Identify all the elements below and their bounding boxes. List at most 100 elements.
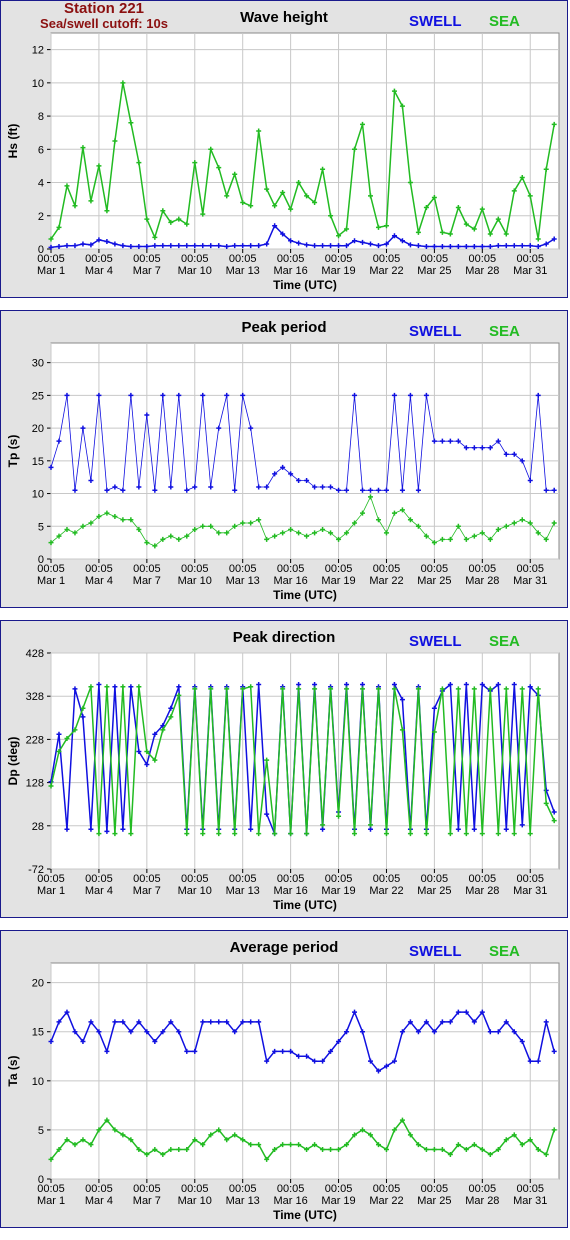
y-tick-label: 15 <box>32 1027 44 1039</box>
x-tick-time: 00:05 <box>421 253 449 265</box>
legend-sea: SEA <box>489 633 520 650</box>
y-axis-label: Tp (s) <box>6 435 20 468</box>
y-tick-label: 10 <box>32 78 44 90</box>
x-tick-date: Mar 13 <box>226 575 260 587</box>
x-tick-time: 00:05 <box>325 563 353 575</box>
x-tick-time: 00:05 <box>85 1183 113 1195</box>
x-axis-label: Time (UTC) <box>273 588 337 602</box>
y-axis-label: Hs (ft) <box>6 124 20 159</box>
x-tick-time: 00:05 <box>229 253 257 265</box>
x-tick-date: Mar 25 <box>417 575 451 587</box>
peak-period-panel: 0 5 10 15 20 25 30 00:05 Mar 1 00:05 Mar 4 00:05 Mar… <box>0 310 568 608</box>
x-tick-date: Mar 16 <box>273 265 307 277</box>
x-tick-date: Mar 10 <box>178 265 212 277</box>
x-tick-time: 00:05 <box>37 1183 65 1195</box>
y-tick-label: 328 <box>26 691 44 703</box>
x-tick-time: 00:05 <box>229 873 257 885</box>
x-tick-time: 00:05 <box>421 1183 449 1195</box>
y-tick-label: 5 <box>38 1125 44 1137</box>
x-tick-time: 00:05 <box>133 1183 161 1195</box>
y-axis-label: Dp (deg) <box>6 737 20 786</box>
x-tick-date: Mar 31 <box>513 885 547 897</box>
x-tick-date: Mar 10 <box>178 575 212 587</box>
legend-swell: SWELL <box>409 943 462 960</box>
x-tick-time: 00:05 <box>277 1183 305 1195</box>
x-tick-time: 00:05 <box>516 1183 544 1195</box>
y-tick-label: 8 <box>38 111 44 123</box>
x-tick-date: Mar 7 <box>133 575 161 587</box>
x-tick-date: Mar 19 <box>321 885 355 897</box>
y-tick-label: 6 <box>38 144 44 156</box>
x-tick-time: 00:05 <box>469 253 497 265</box>
x-tick-time: 00:05 <box>133 253 161 265</box>
legend-sea: SEA <box>489 13 520 30</box>
x-tick-date: Mar 28 <box>465 1195 499 1207</box>
peak-period-chart: 05101520253000:05Mar 100:05Mar 400:05Mar… <box>6 319 560 602</box>
y-tick-label: 128 <box>26 778 44 790</box>
x-tick-time: 00:05 <box>277 873 305 885</box>
x-tick-date: Mar 22 <box>369 885 403 897</box>
x-tick-time: 00:05 <box>373 563 401 575</box>
x-axis-label: Time (UTC) <box>273 1208 337 1222</box>
y-tick-label: 15 <box>32 456 44 468</box>
x-tick-time: 00:05 <box>181 1183 209 1195</box>
chart-title: Average period <box>230 939 339 956</box>
x-tick-time: 00:05 <box>325 253 353 265</box>
x-tick-date: Mar 16 <box>273 885 307 897</box>
x-tick-date: Mar 7 <box>133 885 161 897</box>
x-tick-time: 00:05 <box>229 563 257 575</box>
chart-title: Wave height <box>240 9 328 26</box>
x-tick-time: 00:05 <box>181 873 209 885</box>
x-tick-date: Mar 4 <box>85 885 113 897</box>
x-tick-time: 00:05 <box>469 563 497 575</box>
legend-swell: SWELL <box>409 13 462 30</box>
x-tick-time: 00:05 <box>37 873 65 885</box>
x-tick-time: 00:05 <box>469 1183 497 1195</box>
x-tick-date: Mar 28 <box>465 265 499 277</box>
x-tick-time: 00:05 <box>229 1183 257 1195</box>
x-tick-time: 00:05 <box>421 563 449 575</box>
x-tick-date: Mar 13 <box>226 885 260 897</box>
x-tick-date: Mar 25 <box>417 1195 451 1207</box>
x-tick-date: Mar 1 <box>37 1195 65 1207</box>
x-tick-date: Mar 19 <box>321 1195 355 1207</box>
x-tick-date: Mar 19 <box>321 265 355 277</box>
chart-title: Peak period <box>241 319 326 336</box>
x-tick-date: Mar 19 <box>321 575 355 587</box>
x-tick-time: 00:05 <box>516 563 544 575</box>
x-tick-time: 00:05 <box>37 563 65 575</box>
x-tick-date: Mar 28 <box>465 885 499 897</box>
legend-swell: SWELL <box>409 633 462 650</box>
x-tick-date: Mar 4 <box>85 265 113 277</box>
x-tick-date: Mar 1 <box>37 265 65 277</box>
y-tick-label: 20 <box>32 978 44 990</box>
x-tick-date: Mar 31 <box>513 1195 547 1207</box>
x-tick-date: Mar 16 <box>273 575 307 587</box>
x-tick-time: 00:05 <box>133 873 161 885</box>
y-tick-label: 10 <box>32 489 44 501</box>
x-tick-time: 00:05 <box>85 873 113 885</box>
average-period-panel: 0 5 10 15 20 00:05 Mar 1 00:05 Mar 4 00:05 Mar 7 00… <box>0 930 568 1228</box>
y-tick-label: 228 <box>26 734 44 746</box>
x-tick-time: 00:05 <box>421 873 449 885</box>
x-axis-label: Time (UTC) <box>273 278 337 292</box>
x-tick-date: Mar 1 <box>37 885 65 897</box>
y-tick-label: 5 <box>38 521 44 533</box>
chart-title: Peak direction <box>233 629 336 646</box>
x-tick-date: Mar 13 <box>226 265 260 277</box>
x-tick-time: 00:05 <box>181 563 209 575</box>
x-tick-time: 00:05 <box>133 563 161 575</box>
x-tick-time: 00:05 <box>516 253 544 265</box>
y-tick-label: 2 <box>38 211 44 223</box>
x-tick-date: Mar 22 <box>369 1195 403 1207</box>
x-tick-time: 00:05 <box>181 253 209 265</box>
y-tick-label: 25 <box>32 390 44 402</box>
peak-direction-chart: -722812822832842800:05Mar 100:05Mar 400:… <box>6 629 560 912</box>
x-tick-date: Mar 13 <box>226 1195 260 1207</box>
legend-sea: SEA <box>489 323 520 340</box>
x-tick-date: Mar 22 <box>369 575 403 587</box>
x-tick-date: Mar 28 <box>465 575 499 587</box>
x-tick-time: 00:05 <box>373 873 401 885</box>
x-tick-time: 00:05 <box>325 873 353 885</box>
x-tick-date: Mar 16 <box>273 1195 307 1207</box>
